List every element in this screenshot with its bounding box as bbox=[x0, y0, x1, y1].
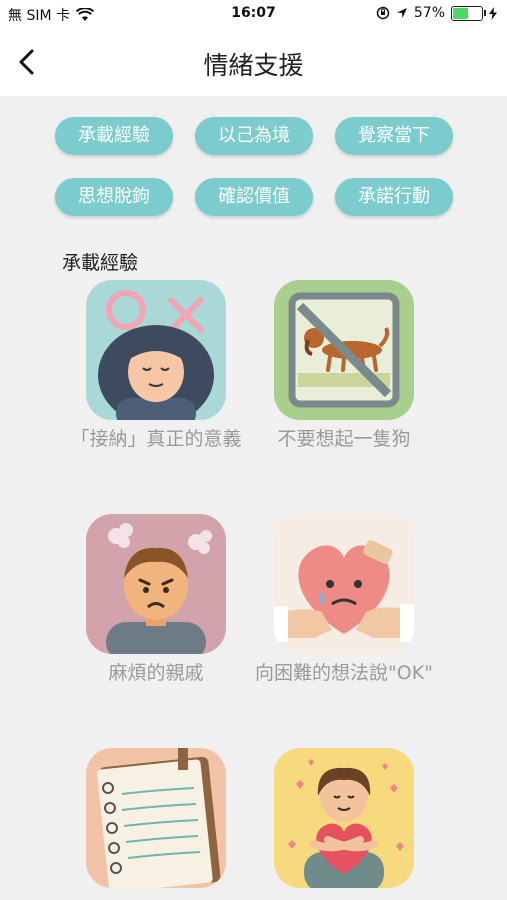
chip-category[interactable]: 確認價值 bbox=[195, 178, 313, 216]
annoyed-person-illustration bbox=[86, 514, 226, 654]
chip-category[interactable]: 思想脫鉤 bbox=[55, 178, 173, 216]
location-icon bbox=[396, 8, 407, 18]
card-caption: 不要想起一隻狗 bbox=[277, 428, 411, 450]
article-card[interactable] bbox=[56, 748, 256, 894]
article-card[interactable]: 麻煩的親戚 bbox=[56, 514, 256, 686]
no-dog-illustration bbox=[274, 280, 414, 420]
nav-header: 情緒支援 bbox=[0, 28, 507, 96]
card-caption: 「接納」真正的意義 bbox=[70, 428, 242, 450]
chip-category[interactable]: 覺察當下 bbox=[335, 117, 453, 155]
chip-category[interactable]: 承諾行動 bbox=[335, 178, 453, 216]
page-title: 情緒支援 bbox=[203, 51, 304, 80]
card-caption: 向困難的想法說"OK" bbox=[255, 662, 433, 684]
charging-icon bbox=[489, 6, 497, 20]
article-card[interactable]: 不要想起一隻狗 bbox=[244, 280, 444, 452]
section-title: 承載經驗 bbox=[62, 252, 139, 274]
hugging-heart-illustration bbox=[274, 748, 414, 888]
acceptance-illustration bbox=[86, 280, 226, 420]
chip-category[interactable]: 以己為境 bbox=[195, 117, 313, 155]
article-card[interactable] bbox=[244, 748, 444, 894]
card-caption: 麻煩的親戚 bbox=[108, 662, 204, 684]
orientation-lock-icon bbox=[376, 6, 390, 20]
notebook-illustration bbox=[86, 748, 226, 888]
status-bar: 無 SIM 卡 16:07 57% bbox=[0, 0, 507, 28]
sad-heart-illustration bbox=[274, 514, 414, 654]
article-card[interactable]: 「接納」真正的意義 bbox=[56, 280, 256, 452]
article-card[interactable]: 向困難的想法說"OK" bbox=[244, 514, 444, 686]
chip-category[interactable]: 承載經驗 bbox=[55, 117, 173, 155]
battery-icon bbox=[451, 5, 486, 21]
battery-percent: 57% bbox=[413, 5, 445, 21]
